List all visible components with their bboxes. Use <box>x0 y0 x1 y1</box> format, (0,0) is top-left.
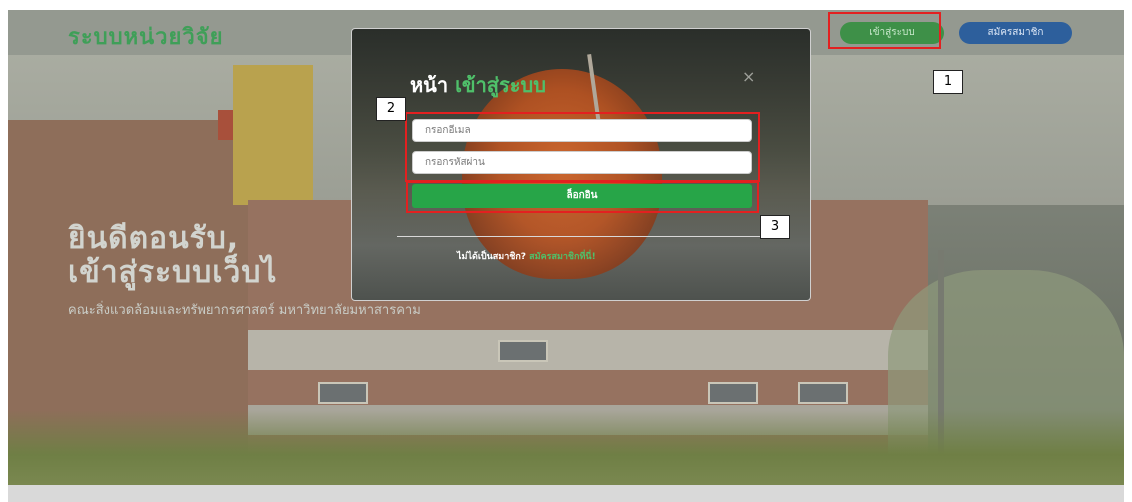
signup-prompt: ไม่ได้เป็นสมาชิก? สมัครสมาชิกที่นี่! <box>457 249 596 263</box>
modal-title: หน้า เข้าสู่ระบบ <box>410 69 546 101</box>
annotation-highlight-2 <box>405 112 760 182</box>
annotation-callout-1: 1 <box>933 70 963 94</box>
annotation-highlight-1 <box>828 12 941 49</box>
background-window <box>318 382 368 404</box>
background-foliage <box>8 410 1124 485</box>
background-building-band <box>248 330 928 370</box>
hero-title: ยินดีตอนรับ, เข้าสู่ระบบเว็บไ <box>68 222 277 290</box>
annotation-highlight-3 <box>406 181 759 213</box>
close-icon[interactable]: × <box>742 67 755 86</box>
background-window <box>708 382 758 404</box>
background-window <box>798 382 848 404</box>
hero-subtitle: คณะสิ่งแวดล้อมและทรัพยากรศาสตร์ มหาวิทยา… <box>68 303 421 318</box>
background-window <box>498 340 548 362</box>
hero-title-line1: ยินดีตอนรับ, <box>68 221 240 256</box>
signup-prompt-text: ไม่ได้เป็นสมาชิก? <box>457 252 527 262</box>
annotation-callout-3: 3 <box>760 215 790 239</box>
page-footer-strip <box>8 485 1124 502</box>
modal-title-prefix: หน้า <box>410 73 449 97</box>
signup-link[interactable]: สมัครสมาชิกที่นี่! <box>529 252 596 262</box>
brand-title[interactable]: ระบบหน่วยวิจัย <box>68 19 223 54</box>
annotation-callout-2: 2 <box>376 97 406 121</box>
hero-title-line2: เข้าสู่ระบบเว็บไ <box>68 255 278 290</box>
register-button[interactable]: สมัครสมาชิก <box>959 22 1072 44</box>
modal-divider <box>397 236 769 237</box>
background-building-tower <box>233 65 313 205</box>
modal-title-accent: เข้าสู่ระบบ <box>455 73 546 97</box>
